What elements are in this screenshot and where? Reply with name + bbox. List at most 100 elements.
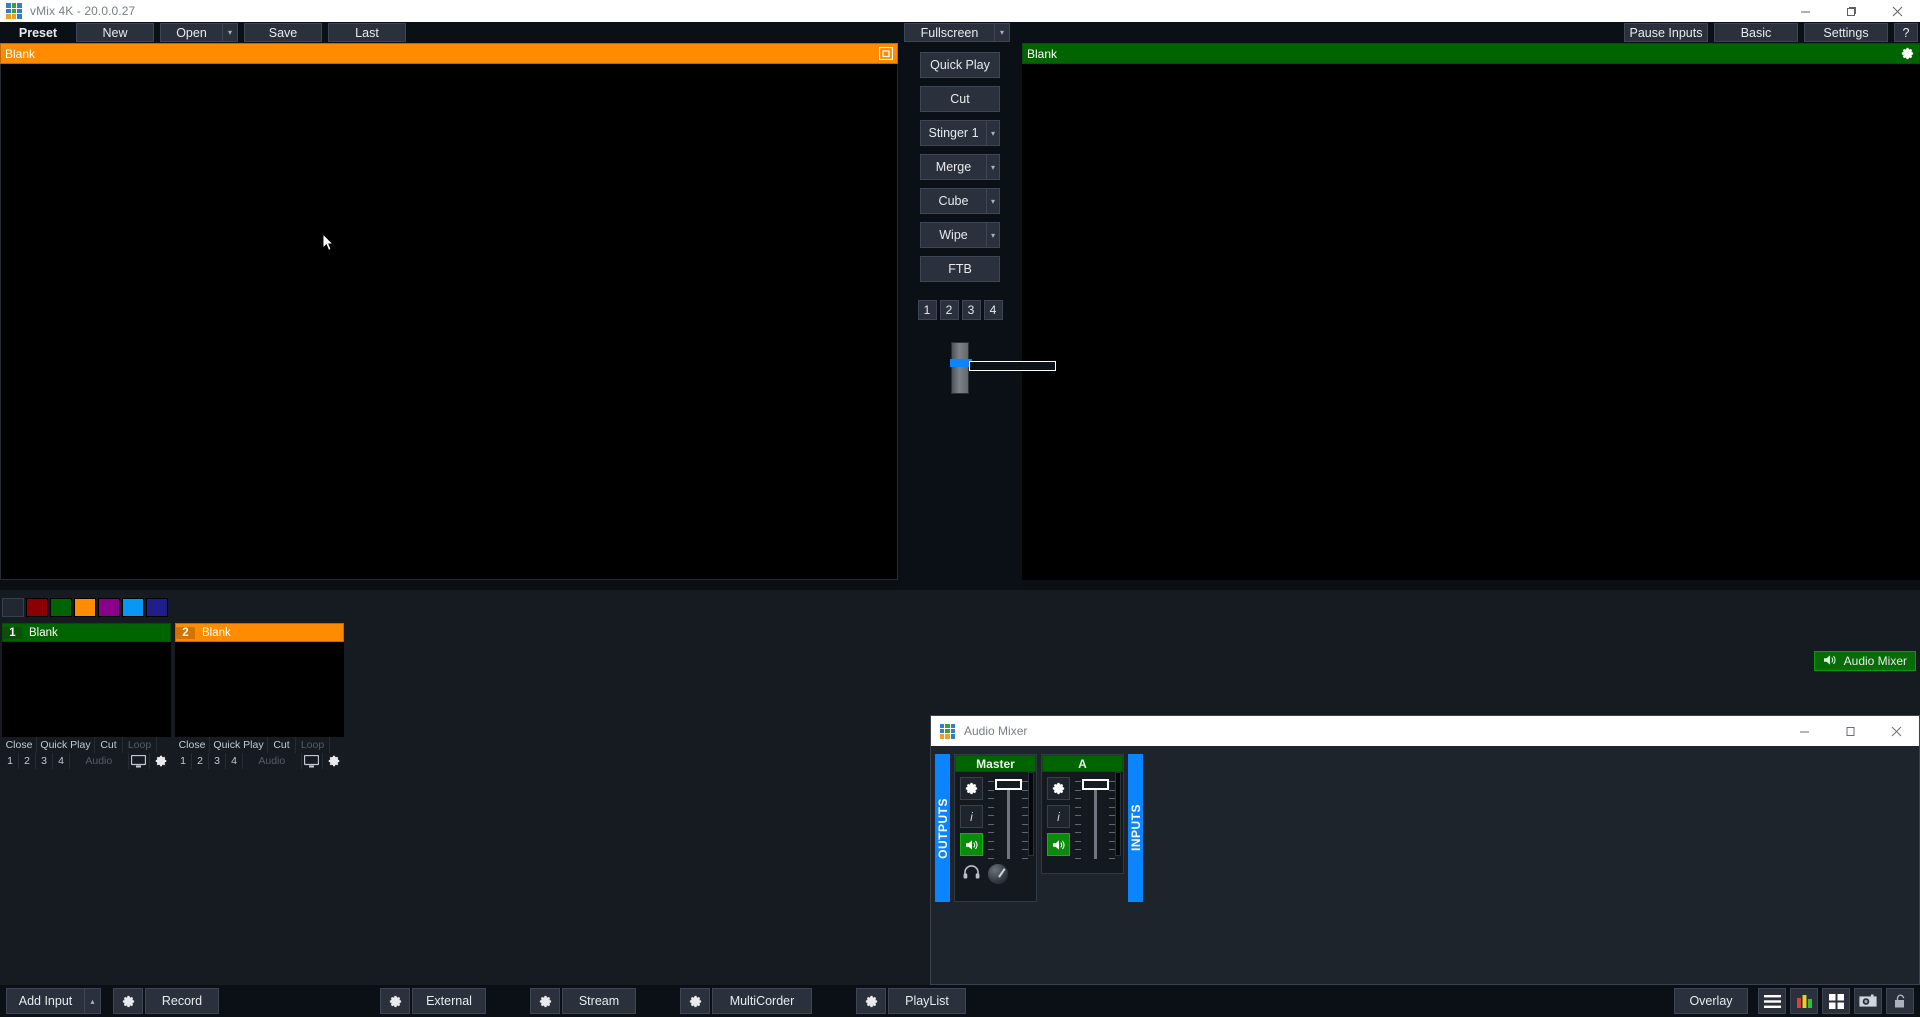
- input-tile-quick-4[interactable]: 4: [226, 753, 243, 769]
- record-button[interactable]: Record: [145, 988, 219, 1014]
- transition-dropdown-chevron-down-icon[interactable]: ▾: [986, 188, 1000, 214]
- monitor-icon[interactable]: [129, 753, 151, 769]
- stream-settings-gear-icon[interactable]: [530, 988, 560, 1014]
- transition-button-merge[interactable]: Merge: [920, 154, 986, 180]
- window-preview-icon[interactable]: [879, 47, 893, 60]
- color-swatch-3[interactable]: [74, 598, 96, 617]
- camera-icon[interactable]: [1854, 988, 1882, 1014]
- color-swatch-6[interactable]: [146, 598, 168, 617]
- gear-icon[interactable]: [1047, 777, 1070, 800]
- input-tile-close-button[interactable]: Close: [2, 737, 37, 753]
- gear-icon[interactable]: [1900, 46, 1915, 61]
- color-swatch-2[interactable]: [50, 598, 72, 617]
- outputs-rail[interactable]: OUTPUTS: [935, 754, 950, 902]
- monitor-icon[interactable]: [302, 753, 324, 769]
- overlay-button[interactable]: Overlay: [1674, 988, 1748, 1014]
- transition-tbar[interactable]: [951, 342, 969, 398]
- input-tile-2[interactable]: 2BlankCloseQuick PlayCutLoop1234Audio: [175, 623, 344, 769]
- program-panel[interactable]: Blank: [1022, 43, 1920, 590]
- preview-panel[interactable]: Blank: [0, 43, 898, 590]
- fader-handle[interactable]: [1082, 779, 1109, 790]
- input-tile-quick-1[interactable]: 1: [175, 753, 192, 769]
- inputs-rail[interactable]: INPUTS: [1128, 754, 1143, 902]
- gear-icon[interactable]: [150, 753, 171, 769]
- audio-meter-icon[interactable]: [1790, 988, 1818, 1014]
- gear-icon[interactable]: [960, 777, 983, 800]
- add-input-button[interactable]: Add Input: [6, 988, 84, 1014]
- input-tile-thumbnail[interactable]: [175, 642, 344, 737]
- mixer-strip-name[interactable]: Master: [955, 755, 1036, 772]
- mixer-fader[interactable]: [988, 777, 1028, 861]
- fullscreen-dropdown-chevron-down-icon[interactable]: ▾: [994, 23, 1010, 42]
- input-tile-quick-2[interactable]: 2: [192, 753, 209, 769]
- color-swatch-5[interactable]: [122, 598, 144, 617]
- grid-icon[interactable]: [1822, 988, 1850, 1014]
- transition-duration-3[interactable]: 3: [962, 300, 981, 320]
- transition-button-ftb[interactable]: FTB: [920, 256, 1000, 282]
- fullscreen-button[interactable]: Fullscreen: [904, 23, 994, 42]
- lock-icon[interactable]: [1886, 988, 1914, 1014]
- info-button[interactable]: i: [960, 805, 983, 828]
- maximize-icon[interactable]: [1828, 0, 1874, 22]
- transition-dropdown-chevron-down-icon[interactable]: ▾: [986, 154, 1000, 180]
- list-icon[interactable]: [1758, 988, 1786, 1014]
- input-tile-quick-play-button[interactable]: Quick Play: [37, 737, 95, 753]
- input-tile-quick-3[interactable]: 3: [209, 753, 226, 769]
- save-button[interactable]: Save: [244, 23, 322, 42]
- input-tile-quick-1[interactable]: 1: [2, 753, 19, 769]
- add-input-dropdown-chevron-up-icon[interactable]: ▴: [84, 988, 101, 1014]
- last-button[interactable]: Last: [328, 23, 406, 42]
- minimize-icon[interactable]: [1781, 716, 1827, 746]
- transition-button-wipe[interactable]: Wipe: [920, 222, 986, 248]
- multicorder-button[interactable]: MultiCorder: [712, 988, 812, 1014]
- open-button[interactable]: Open: [160, 23, 222, 42]
- input-tile-quick-play-button[interactable]: Quick Play: [210, 737, 268, 753]
- pause-inputs-button[interactable]: Pause Inputs: [1624, 23, 1708, 42]
- transition-button-stinger-1[interactable]: Stinger 1: [920, 120, 986, 146]
- mixer-fader[interactable]: [1075, 777, 1115, 861]
- transition-button-cube[interactable]: Cube: [920, 188, 986, 214]
- transition-dropdown-chevron-down-icon[interactable]: ▾: [986, 222, 1000, 248]
- tbar-track[interactable]: [951, 342, 969, 394]
- playlist-button[interactable]: PlayList: [888, 988, 966, 1014]
- gain-knob[interactable]: [987, 863, 1009, 885]
- mixer-strip-name[interactable]: A: [1042, 755, 1123, 772]
- basic-button[interactable]: Basic: [1714, 23, 1798, 42]
- close-icon[interactable]: [1873, 716, 1919, 746]
- input-tile-quick-4[interactable]: 4: [53, 753, 70, 769]
- fader-handle[interactable]: [995, 779, 1022, 790]
- open-dropdown-chevron-down-icon[interactable]: ▾: [222, 23, 238, 42]
- info-button[interactable]: i: [1047, 805, 1070, 828]
- input-tile-quick-2[interactable]: 2: [19, 753, 36, 769]
- minimize-icon[interactable]: [1782, 0, 1828, 22]
- color-swatch-1[interactable]: [26, 598, 48, 617]
- new-button[interactable]: New: [76, 23, 154, 42]
- gear-icon[interactable]: [323, 753, 344, 769]
- transition-duration-1[interactable]: 1: [918, 300, 937, 320]
- color-swatch-4[interactable]: [98, 598, 120, 617]
- audio-mixer-toggle-button[interactable]: Audio Mixer: [1814, 651, 1916, 671]
- external-settings-gear-icon[interactable]: [380, 988, 410, 1014]
- transition-dropdown-chevron-down-icon[interactable]: ▾: [986, 120, 1000, 146]
- record-settings-gear-icon[interactable]: [113, 988, 143, 1014]
- transition-duration-4[interactable]: 4: [984, 300, 1003, 320]
- color-swatch-0[interactable]: [2, 598, 24, 617]
- input-tile-thumbnail[interactable]: [2, 642, 171, 737]
- transition-duration-2[interactable]: 2: [940, 300, 959, 320]
- input-tile-cut-button[interactable]: Cut: [95, 737, 123, 753]
- input-tile-cut-button[interactable]: Cut: [268, 737, 296, 753]
- settings-button[interactable]: Settings: [1804, 23, 1888, 42]
- external-button[interactable]: External: [412, 988, 486, 1014]
- maximize-icon[interactable]: [1827, 716, 1873, 746]
- input-tile-close-button[interactable]: Close: [175, 737, 210, 753]
- transition-button-cut[interactable]: Cut: [920, 86, 1000, 112]
- program-video[interactable]: [1022, 64, 1920, 580]
- input-tile-1[interactable]: 1BlankCloseQuick PlayCutLoop1234Audio: [2, 623, 171, 769]
- transition-button-quick-play[interactable]: Quick Play: [920, 52, 1000, 78]
- playlist-settings-gear-icon[interactable]: [856, 988, 886, 1014]
- help-button[interactable]: ?: [1894, 23, 1918, 42]
- stream-button[interactable]: Stream: [562, 988, 636, 1014]
- speaker-icon[interactable]: [960, 833, 983, 856]
- headphone-icon[interactable]: [963, 865, 980, 884]
- multicorder-settings-gear-icon[interactable]: [680, 988, 710, 1014]
